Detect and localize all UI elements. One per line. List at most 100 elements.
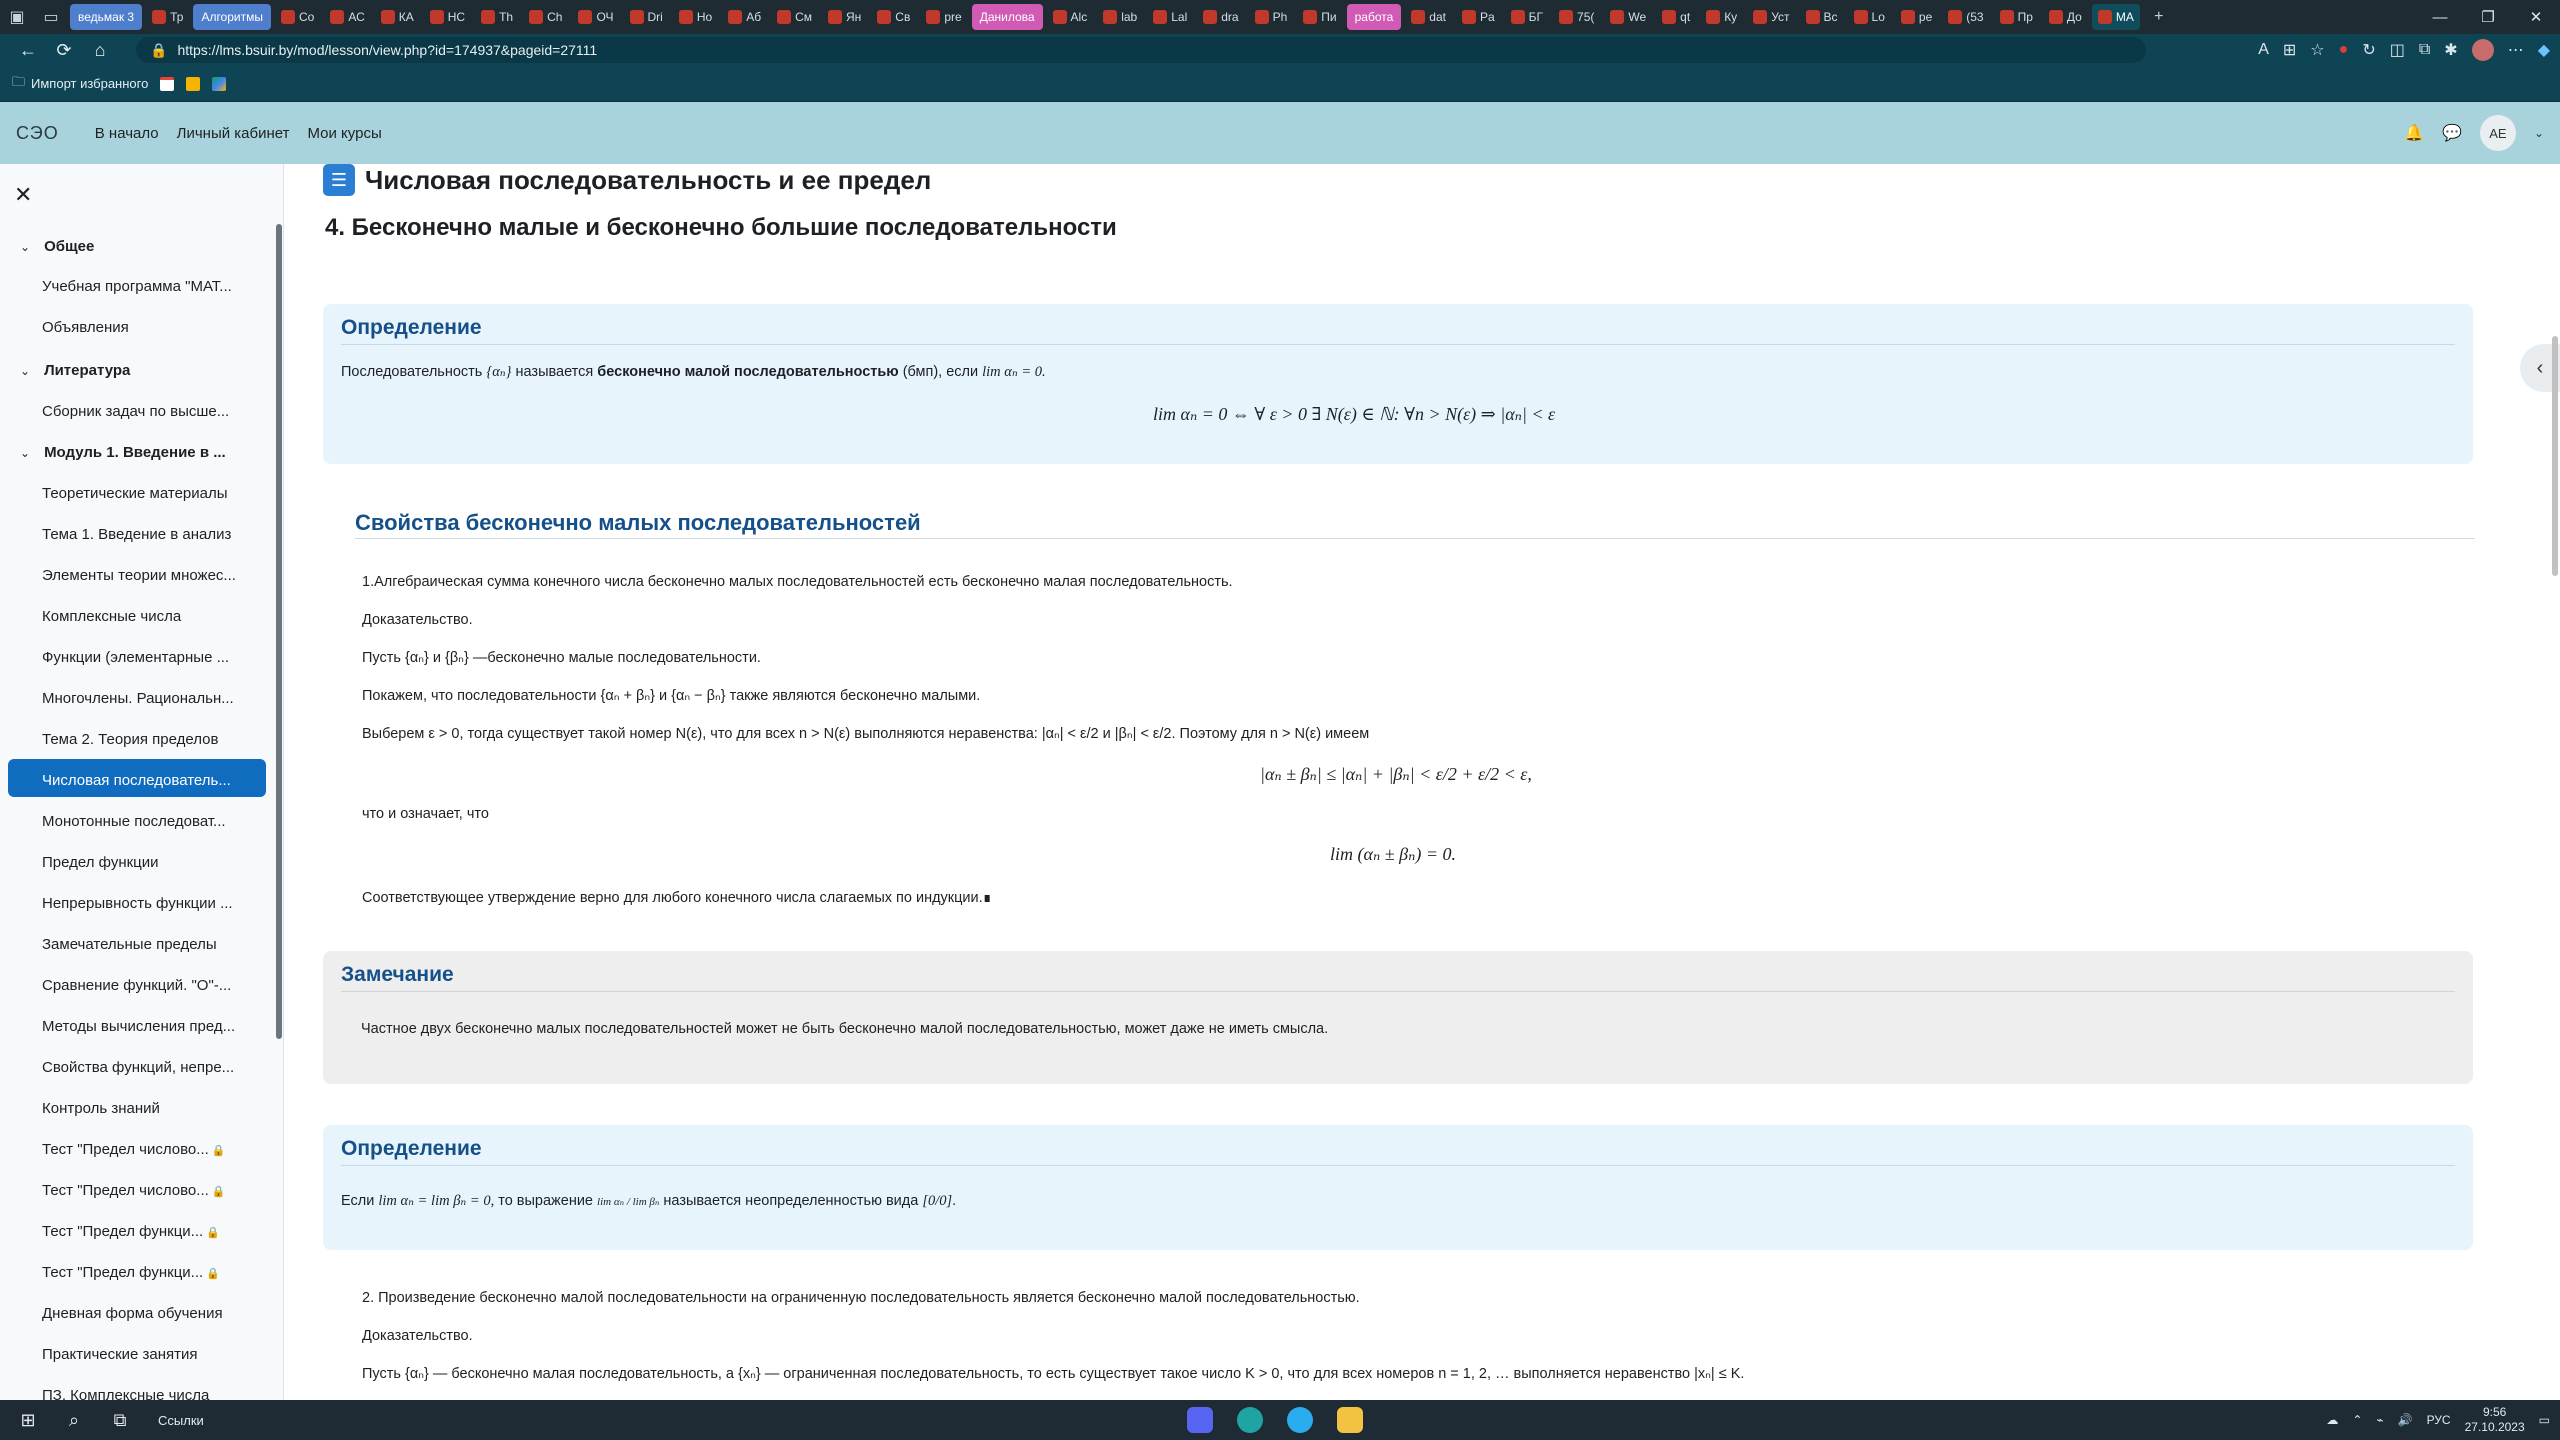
browser-tab[interactable]: Th: [475, 4, 519, 30]
avatar[interactable]: АЕ: [2479, 115, 2516, 151]
close-window-icon[interactable]: ✕: [2512, 0, 2560, 34]
course-section[interactable]: ⌄ Модуль 1. Введение в ...: [20, 444, 226, 461]
edge-app-icon[interactable]: [1230, 1400, 1270, 1440]
course-item[interactable]: Предел функции: [42, 854, 242, 871]
clock[interactable]: 9:56 27.10.2023: [2465, 1405, 2525, 1435]
favorite-star-icon[interactable]: ☆: [2310, 40, 2324, 60]
browser-tab[interactable]: Ку: [1700, 4, 1743, 30]
browser-tab[interactable]: Со: [275, 4, 320, 30]
url-input[interactable]: 🔒 https://lms.bsuir.by/mod/lesson/view.p…: [136, 37, 2146, 63]
browser-tab[interactable]: БГ: [1505, 4, 1549, 30]
course-item[interactable]: Непрерывность функции ...: [42, 895, 242, 912]
page-scrollbar[interactable]: [2552, 336, 2558, 576]
nav-my-courses[interactable]: Мои курсы: [308, 125, 382, 142]
browser-tab[interactable]: dra: [1197, 4, 1244, 30]
browser-tab[interactable]: dat: [1405, 4, 1452, 30]
course-item-active[interactable]: Числовая последователь...: [42, 772, 242, 789]
browser-tab[interactable]: АС: [324, 4, 370, 30]
course-item[interactable]: Тест "Предел числово...: [42, 1141, 242, 1158]
course-item[interactable]: Объявления: [42, 319, 242, 336]
tab-group-label[interactable]: Данилова: [971, 4, 1043, 30]
bookmark-gmail[interactable]: [160, 76, 175, 91]
extension-icon[interactable]: ●: [2339, 41, 2349, 59]
browser-tab[interactable]: Тр: [146, 4, 189, 30]
start-icon[interactable]: ⊞: [8, 1400, 48, 1440]
chevron-down-icon[interactable]: ⌄: [20, 446, 30, 460]
onedrive-icon[interactable]: ☁: [2326, 1413, 2338, 1427]
messages-icon[interactable]: 💬: [2442, 123, 2462, 143]
chevron-down-icon[interactable]: ⌄: [20, 364, 30, 378]
course-item[interactable]: Сборник задач по высше...: [42, 403, 242, 420]
app-icon[interactable]: ⊞: [2283, 40, 2296, 60]
browser-tab[interactable]: КА: [375, 4, 420, 30]
browser-tab[interactable]: Ch: [523, 4, 568, 30]
course-item[interactable]: Контроль знаний: [42, 1100, 242, 1117]
browser-tab[interactable]: НС: [424, 4, 471, 30]
browser-tab[interactable]: Св: [871, 4, 916, 30]
restore-icon[interactable]: ❐: [2464, 0, 2512, 34]
browser-tab[interactable]: ре: [1895, 4, 1938, 30]
browser-tab[interactable]: Уст: [1747, 4, 1795, 30]
volume-icon[interactable]: 🔊: [2398, 1413, 2413, 1427]
browser-tab[interactable]: Lal: [1147, 4, 1193, 30]
nav-home[interactable]: В начало: [95, 125, 159, 142]
profile-icon[interactable]: [2471, 39, 2494, 61]
notifications-icon[interactable]: 🔔: [2404, 123, 2424, 143]
course-item[interactable]: Элементы теории множес...: [42, 567, 242, 584]
browser-tab[interactable]: Рa: [1456, 4, 1501, 30]
course-section[interactable]: ⌄ Литература: [20, 362, 130, 379]
bookmark-calendar[interactable]: [186, 76, 201, 91]
site-brand[interactable]: СЭО: [16, 123, 59, 144]
notifications-center-icon[interactable]: ▭: [2539, 1413, 2550, 1427]
chevron-down-icon[interactable]: ⌄: [20, 240, 30, 254]
course-item[interactable]: Монотонные последоват...: [42, 813, 242, 830]
browser-tab[interactable]: Alc: [1047, 4, 1094, 30]
nav-dashboard[interactable]: Личный кабинет: [177, 125, 290, 142]
course-item[interactable]: Тема 2. Теория пределов: [42, 731, 242, 748]
course-item[interactable]: Тест "Предел функци...: [42, 1223, 242, 1240]
browser-tab[interactable]: Но: [673, 4, 718, 30]
browser-tab[interactable]: Вс: [1800, 4, 1844, 30]
discord-app-icon[interactable]: [1180, 1400, 1220, 1440]
course-item[interactable]: Сравнение функций. "О"-...: [42, 977, 242, 994]
browser-tab[interactable]: Аб: [722, 4, 767, 30]
tray-chevron-icon[interactable]: ⌃: [2352, 1413, 2362, 1427]
minimize-icon[interactable]: —: [2416, 0, 2464, 34]
course-item[interactable]: Тема 1. Введение в анализ: [42, 526, 242, 543]
user-menu-chevron-icon[interactable]: ⌄: [2534, 126, 2544, 140]
search-icon[interactable]: ⌕: [54, 1400, 94, 1440]
browser-tab[interactable]: lab: [1097, 4, 1143, 30]
browser-tab[interactable]: Пи: [1297, 4, 1342, 30]
explorer-app-icon[interactable]: [1330, 1400, 1370, 1440]
bookmark-import[interactable]: 🗀 Импорт избранного: [12, 73, 148, 95]
browser-tab[interactable]: pre: [920, 4, 967, 30]
course-item[interactable]: Функции (элементарные ...: [42, 649, 242, 666]
new-tab-icon[interactable]: +: [2142, 0, 2176, 34]
browser-tab[interactable]: Пр: [1994, 4, 2039, 30]
collections-icon[interactable]: ⧉: [2419, 41, 2430, 59]
browser-tab[interactable]: (53: [1942, 4, 1989, 30]
browser-tab[interactable]: We: [1604, 4, 1652, 30]
browser-tab[interactable]: Dri: [624, 4, 669, 30]
close-drawer-icon[interactable]: ✕: [14, 182, 32, 208]
course-item[interactable]: Практические занятия: [42, 1346, 242, 1363]
tab-group-label[interactable]: ведьмак 3: [70, 4, 143, 30]
browser-tab[interactable]: МА: [2091, 4, 2140, 30]
home-icon[interactable]: ⌂: [82, 34, 118, 66]
browser-tab[interactable]: См: [771, 4, 818, 30]
course-item[interactable]: Замечательные пределы: [42, 936, 242, 953]
more-icon[interactable]: ⋯: [2508, 40, 2524, 60]
browser-tab[interactable]: qt: [1656, 4, 1696, 30]
read-aloud-icon[interactable]: A: [2258, 41, 2269, 59]
language-indicator[interactable]: РУС: [2427, 1413, 2451, 1427]
browser-tab[interactable]: Ph: [1249, 4, 1294, 30]
course-item[interactable]: Методы вычисления пред...: [42, 1018, 242, 1035]
workspaces-icon[interactable]: ▣: [0, 0, 34, 34]
course-item[interactable]: Учебная программа "МАТ...: [42, 278, 242, 295]
tab-group-label[interactable]: работа: [1346, 4, 1402, 30]
course-item[interactable]: Свойства функций, непре...: [42, 1059, 242, 1076]
refresh-ext-icon[interactable]: ↻: [2362, 40, 2375, 60]
task-view-icon[interactable]: ⧉: [100, 1400, 140, 1440]
copilot-icon[interactable]: ◆: [2538, 40, 2550, 60]
browser-tab[interactable]: ОЧ: [572, 4, 619, 30]
